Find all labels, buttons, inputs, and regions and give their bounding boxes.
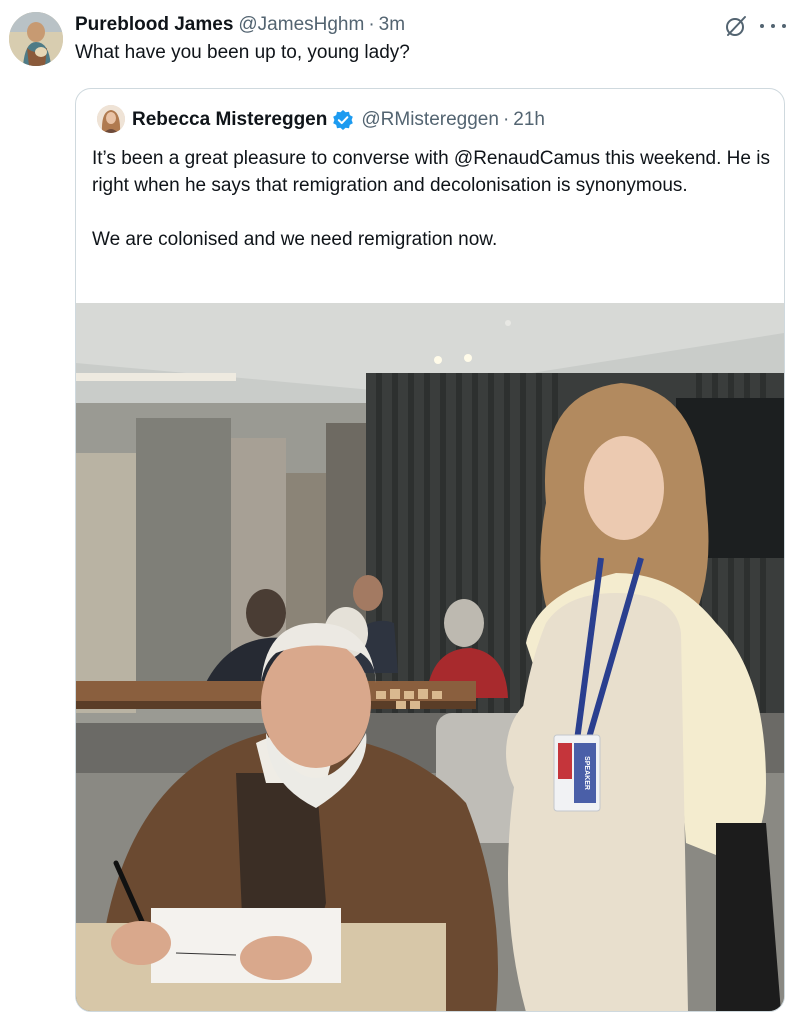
separator: · [368, 14, 375, 35]
speaker-badge-text: SPEAKER [583, 756, 590, 790]
tweet-photo[interactable]: SPEAKER [76, 303, 784, 1011]
more-options-icon[interactable] [760, 16, 786, 36]
quoted-header: Rebecca Mistereggen @RMistereggen · 21h [132, 107, 545, 133]
tweet[interactable]: Pureblood James @JamesHghm · 3m What hav… [0, 0, 797, 1024]
user-avatar[interactable] [9, 12, 63, 66]
quoted-display-name[interactable]: Rebecca Mistereggen [132, 109, 327, 131]
tweet-header: Pureblood James @JamesHghm · 3m [75, 12, 405, 38]
user-handle[interactable]: @JamesHghm [238, 14, 364, 36]
quoted-user-avatar [97, 105, 125, 133]
grok-icon[interactable] [724, 14, 748, 38]
quoted-tweet-text: It’s been a great pleasure to converse w… [92, 145, 777, 253]
quoted-paragraph-2: We are colonised and we need remigration… [92, 229, 498, 250]
quoted-tweet[interactable]: Rebecca Mistereggen @RMistereggen · 21h … [75, 88, 785, 1012]
quoted-paragraph-1: It’s been a great pleasure to converse w… [92, 148, 770, 196]
verified-badge-icon [332, 109, 354, 131]
display-name[interactable]: Pureblood James [75, 14, 233, 36]
quoted-user-handle[interactable]: @RMistereggen [361, 109, 499, 131]
tweet-text: What have you been up to, young lady? [75, 42, 410, 63]
quoted-timestamp[interactable]: 21h [513, 109, 545, 131]
timestamp[interactable]: 3m [379, 14, 405, 36]
quoted-separator: · [502, 109, 510, 130]
